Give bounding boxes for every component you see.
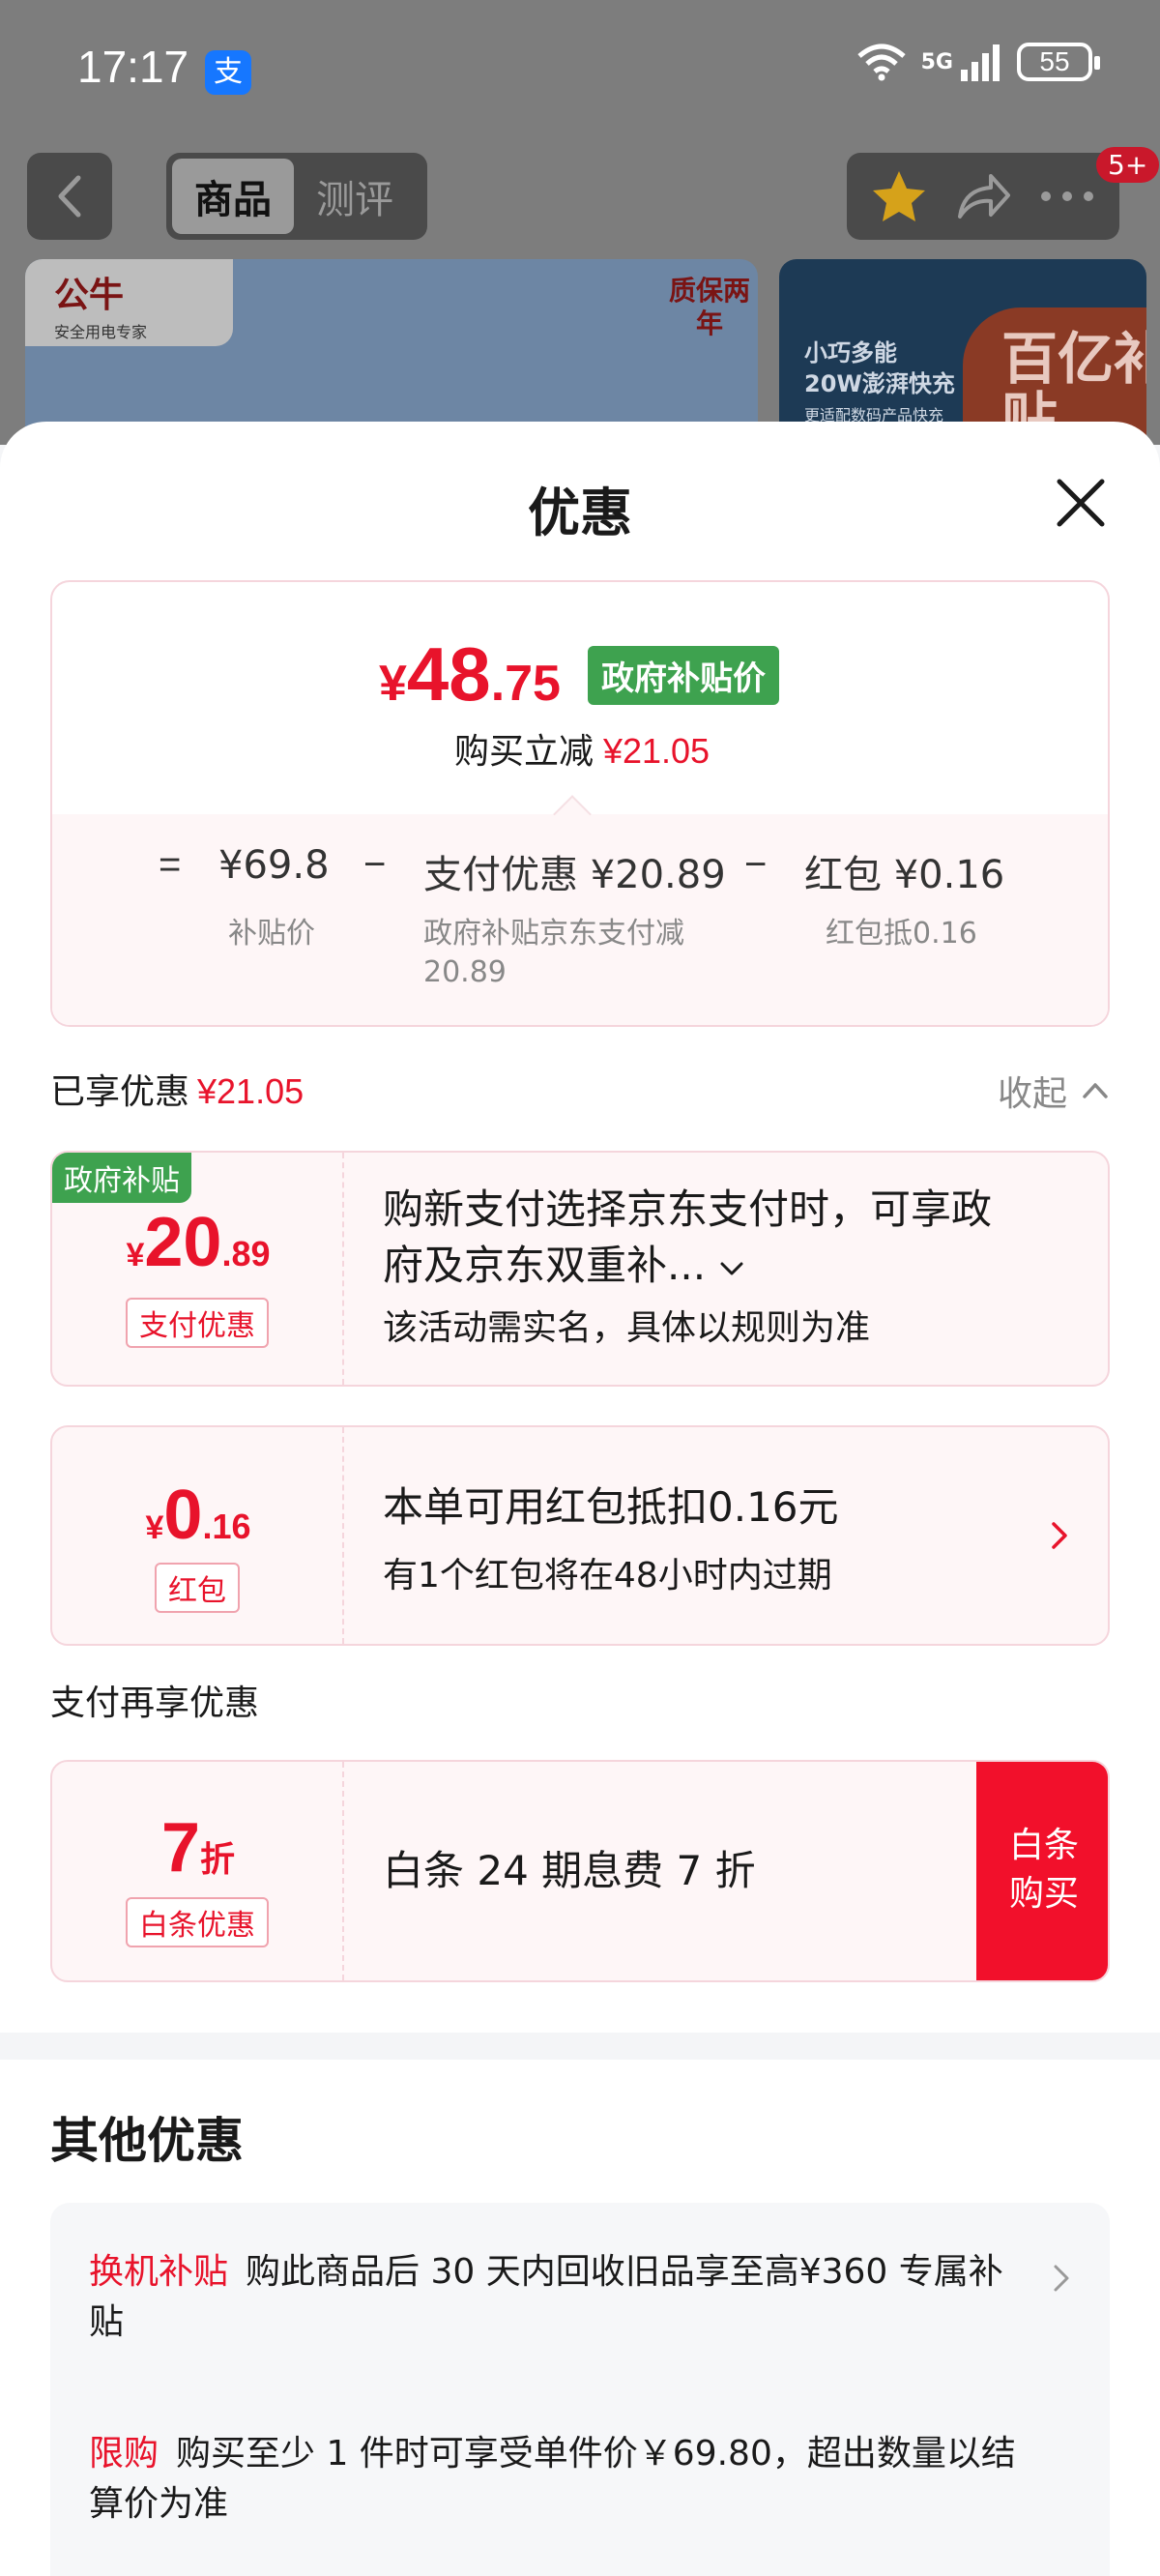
amount-dec: .16 [202, 1507, 251, 1546]
signal-icon [961, 44, 1000, 81]
battery-level: 55 [1039, 46, 1070, 76]
discount-sheet: 优惠 ¥48.75 政府补贴价 购买立减 ¥21.05 = ¥69.8 补贴价 −… [0, 422, 1160, 2576]
card-amount: 7折 [52, 1808, 344, 1888]
guarantee-tag: 质保两年 [668, 275, 750, 339]
price-formula: = ¥69.8 补贴价 − 支付优惠 ¥20.89 政府补贴京东支付减 20.8… [52, 814, 1108, 1025]
enjoyed-discount: 已享优惠 ¥21.05 [50, 1064, 304, 1114]
chevron-left-icon [58, 175, 81, 218]
network-type-label: 5G [920, 49, 953, 74]
section-divider [0, 2033, 1160, 2060]
card-amount: ¥20.89 [52, 1203, 344, 1282]
wifi-icon [856, 44, 906, 81]
card-amount-area: ¥0.16 红包 [52, 1427, 344, 1644]
amount-int: 0 [163, 1477, 203, 1554]
tab-bar: 商品 测评 [166, 153, 427, 240]
promo-line2: 20W澎湃快充 [804, 370, 955, 397]
card-main-text: 白条 24 期息费 7 折 [383, 1847, 756, 1894]
reduce-amount: ¥21.05 [602, 731, 710, 771]
corner-tag: 政府补贴 [52, 1153, 191, 1203]
pay-more-label: 支付再享优惠 [50, 1683, 260, 1723]
currency-symbol: ¥ [126, 1237, 145, 1273]
share-icon[interactable] [954, 170, 1012, 222]
card-desc-line1: 购新支付选择京东支付时，可享政 [383, 1186, 993, 1233]
more-icon[interactable] [1038, 190, 1096, 203]
card-amount-area: 7折 白条优惠 [52, 1762, 344, 1980]
formula-value-redpacket: 红包 ¥0.16 [804, 853, 1005, 897]
baitiao-buy-button[interactable]: 白条 购买 [976, 1762, 1108, 1980]
enjoyed-amount: ¥21.05 [197, 1071, 304, 1111]
chevron-up-icon[interactable] [1081, 1079, 1110, 1100]
reduce-label: 购买立减 [453, 732, 594, 772]
formula-label-base: 补贴价 [228, 917, 315, 951]
amount-dec: .89 [221, 1234, 271, 1273]
card-amount-area: 政府补贴 ¥20.89 支付优惠 [52, 1153, 344, 1385]
nav-actions [847, 153, 1119, 240]
brand-slogan: 安全用电专家 [54, 323, 148, 341]
promo-banner[interactable]: 小巧多能 20W澎湃快充 更适配数码产品快充 百亿补贴 [779, 259, 1146, 445]
currency-symbol: ¥ [145, 1509, 164, 1546]
currency-symbol: ¥ [379, 656, 407, 712]
card-type-pill: 支付优惠 [126, 1298, 269, 1348]
formula-value-base: ¥69.8 [218, 843, 330, 888]
discount-card-gov[interactable]: 政府补贴 ¥20.89 支付优惠 购新支付选择京东支付时，可享政 府及京东双重补… [50, 1151, 1110, 1387]
card-type-pill: 白条优惠 [126, 1897, 269, 1947]
chevron-right-icon[interactable] [1052, 2263, 1071, 2294]
card-main-text: 本单可用红包抵扣0.16元 [383, 1483, 839, 1531]
discount-card-baitiao[interactable]: 7折 白条优惠 白条 24 期息费 7 折 白条 购买 [50, 1760, 1110, 1982]
promo-line1: 小巧多能 [804, 339, 897, 366]
other-item-key: 换机补贴 [89, 2252, 229, 2292]
other-item-limit: 限购 购买至少 1 件时可享受单件价￥69.80，超出数量以结算价为准 [89, 2429, 1017, 2530]
other-item-text: 购买至少 1 件时可享受单件价￥69.80，超出数量以结算价为准 [89, 2434, 1016, 2524]
card-type-pill: 红包 [155, 1563, 240, 1613]
formula-label-pay: 政府补贴京东支付减 20.89 [423, 917, 684, 989]
background-page: 17:17 支 5G 55 商品 测评 5+ 公牛 安全用电专家 质保两年 小巧… [0, 0, 1160, 445]
tab-product[interactable]: 商品 [172, 159, 294, 234]
card-description: 购新支付选择京东支付时，可享政 府及京东双重补... [383, 1182, 992, 1294]
discount-card-redpacket[interactable]: ¥0.16 红包 本单可用红包抵扣0.16元 有1个红包将在48小时内过期 [50, 1425, 1110, 1646]
formula-op: − [363, 843, 387, 886]
product-banner[interactable]: 公牛 安全用电专家 质保两年 [25, 259, 758, 445]
alipay-icon: 支 [205, 50, 251, 95]
other-discounts-box: 换机补贴 购此商品后 30 天内回收旧品享至高¥360 专属补贴 限购 购买至少 1… [50, 2203, 1110, 2576]
other-item-key: 限购 [89, 2434, 160, 2474]
tab-review[interactable]: 测评 [294, 159, 416, 234]
discount-unit: 折 [200, 1839, 236, 1879]
card-amount: ¥0.16 [52, 1476, 344, 1555]
final-price-int: 48 [406, 631, 491, 717]
card-note: 该活动需实名，具体以规则为准 [383, 1308, 871, 1348]
other-item-tradein[interactable]: 换机补贴 购此商品后 30 天内回收旧品享至高¥360 专属补贴 [89, 2247, 1017, 2348]
top-nav: 商品 测评 [0, 153, 1160, 242]
final-price: ¥48.75 [379, 630, 561, 718]
price-summary: ¥48.75 政府补贴价 购买立减 ¥21.05 = ¥69.8 补贴价 − 支付… [50, 580, 1110, 1027]
collapse-button[interactable]: 收起 [998, 1066, 1067, 1116]
discount-rate: 7 [160, 1809, 201, 1887]
star-icon[interactable] [870, 168, 928, 224]
formula-op: − [744, 843, 768, 886]
other-discounts-title: 其他优惠 [50, 2113, 244, 2169]
sheet-title: 优惠 [528, 483, 632, 543]
formula-label-redpacket: 红包抵0.16 [826, 917, 977, 951]
status-indicators: 5G 55 [856, 43, 1100, 81]
formula-op: = [159, 843, 182, 886]
battery-icon: 55 [1017, 43, 1100, 81]
promo-text: 小巧多能 20W澎湃快充 更适配数码产品快充 [804, 338, 955, 430]
gov-subsidy-tag: 政府补贴价 [588, 646, 779, 705]
status-time: 17:17 [77, 42, 189, 92]
formula-value-pay: 支付优惠 ¥20.89 [423, 853, 726, 897]
chevron-down-icon[interactable] [718, 1259, 745, 1278]
status-bar: 17:17 支 5G 55 [0, 0, 1160, 140]
final-price-dec: .75 [490, 656, 561, 712]
enjoyed-label: 已享优惠 [50, 1072, 190, 1112]
brand-name: 公牛 [54, 276, 125, 315]
back-button[interactable] [27, 153, 112, 240]
close-icon[interactable] [1052, 474, 1110, 532]
amount-int: 20 [144, 1204, 222, 1281]
card-note: 有1个红包将在48小时内过期 [383, 1556, 832, 1595]
card-desc-line2: 府及京东双重补... [383, 1242, 707, 1289]
more-badge: 5+ [1096, 147, 1160, 183]
chevron-right-icon[interactable] [1048, 1518, 1071, 1553]
instant-reduction: 购买立减 ¥21.05 [52, 723, 1108, 774]
brand-logo: 公牛 安全用电专家 [25, 259, 233, 346]
